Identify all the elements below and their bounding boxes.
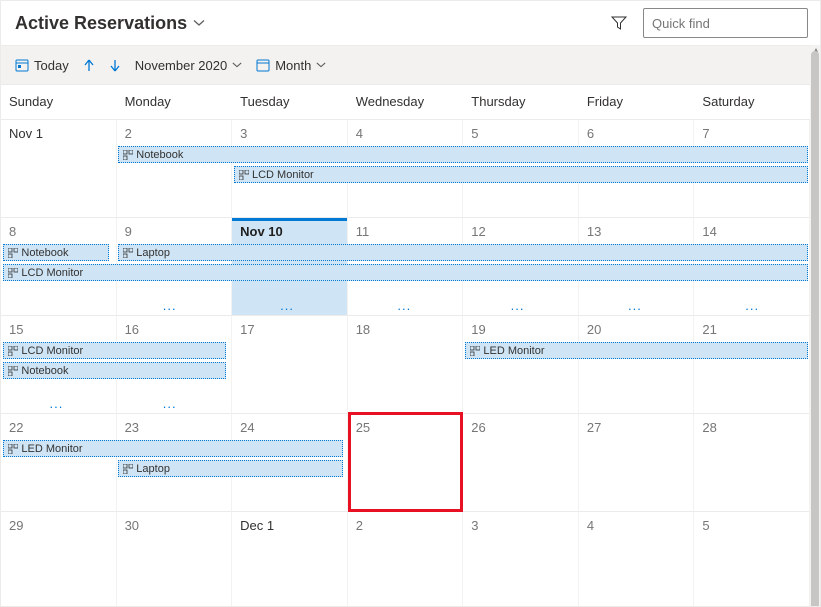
header-bar: Active Reservations — [1, 1, 820, 45]
item-icon — [8, 248, 18, 258]
week-row: 22 23 24 25 26 27 28 LED Monitor Laptop — [1, 414, 810, 512]
calendar-icon — [256, 58, 270, 72]
event-lcd[interactable]: LCD Monitor — [3, 264, 807, 281]
day-cell[interactable]: 20 — [579, 316, 695, 414]
day-cell[interactable]: 4 — [579, 512, 695, 606]
item-icon — [470, 346, 480, 356]
event-laptop[interactable]: Laptop — [118, 244, 807, 261]
dayhead: Sunday — [1, 86, 117, 119]
dayhead: Wednesday — [348, 86, 464, 119]
event-led[interactable]: LED Monitor — [465, 342, 807, 359]
filter-button[interactable] — [605, 9, 633, 37]
day-cell[interactable]: 29 — [1, 512, 117, 606]
more-link[interactable]: ... — [511, 298, 525, 313]
week-row: 8 9 Nov 10 11 12 13 14 Notebook Laptop L… — [1, 218, 810, 316]
more-link[interactable]: ... — [163, 298, 177, 313]
filter-icon — [611, 15, 627, 31]
event-notebook[interactable]: Notebook — [118, 146, 807, 163]
day-cell[interactable]: Dec 1 — [232, 512, 348, 606]
day-cell[interactable]: 19 — [463, 316, 579, 414]
more-link[interactable]: ... — [397, 298, 411, 313]
view-title-dropdown[interactable]: Active Reservations — [15, 13, 205, 34]
prev-button[interactable] — [83, 58, 95, 72]
day-cell[interactable]: Nov 1 — [1, 120, 117, 218]
item-icon — [123, 150, 133, 160]
calendar: Sunday Monday Tuesday Wednesday Thursday… — [1, 86, 810, 606]
item-icon — [8, 366, 18, 376]
calendar-toolbar: Today November 2020 Month — [1, 45, 820, 85]
day-cell[interactable]: 25 — [348, 414, 464, 512]
week-row: 29 30 Dec 1 2 3 4 5 — [1, 512, 810, 606]
dayhead: Tuesday — [232, 86, 348, 119]
arrow-down-icon — [109, 58, 121, 72]
day-cell[interactable]: 26 — [463, 414, 579, 512]
scrollbar-thumb[interactable] — [811, 51, 819, 607]
item-icon — [123, 248, 133, 258]
today-indicator — [232, 218, 347, 221]
vertical-scrollbar[interactable]: ▴ — [810, 45, 820, 606]
dayhead: Friday — [579, 86, 695, 119]
day-cell[interactable]: 28 — [694, 414, 810, 512]
app-root: { "header": { "title": "Active Reservati… — [0, 0, 821, 607]
week-row: Nov 1 2 3 4 5 6 7 Notebook LCD Monitor — [1, 120, 810, 218]
more-link[interactable]: ... — [628, 298, 642, 313]
day-cell[interactable]: 2 — [348, 512, 464, 606]
chevron-down-icon — [316, 60, 326, 70]
more-link[interactable]: ... — [163, 396, 177, 411]
event-led[interactable]: LED Monitor — [3, 440, 343, 457]
item-icon — [8, 268, 18, 278]
day-cell[interactable]: 3 — [463, 512, 579, 606]
day-cell[interactable]: 27 — [579, 414, 695, 512]
dayhead: Saturday — [694, 86, 810, 119]
event-laptop[interactable]: Laptop — [118, 460, 343, 477]
item-icon — [239, 170, 249, 180]
more-link[interactable]: ... — [50, 396, 64, 411]
day-cell[interactable]: 17 — [232, 316, 348, 414]
search-input[interactable] — [644, 16, 821, 31]
event-notebook[interactable]: Notebook — [3, 362, 225, 379]
weeks: Nov 1 2 3 4 5 6 7 Notebook LCD Monitor 8… — [1, 120, 810, 606]
day-cell[interactable]: 30 — [117, 512, 233, 606]
day-cell[interactable]: 21 — [694, 316, 810, 414]
dayhead: Thursday — [463, 86, 579, 119]
search-box[interactable] — [643, 8, 808, 38]
day-cell[interactable]: 22 — [1, 414, 117, 512]
calendar-today-icon — [15, 58, 29, 72]
view-title: Active Reservations — [15, 13, 187, 34]
day-cell[interactable]: 18 — [348, 316, 464, 414]
more-link[interactable]: ... — [745, 298, 759, 313]
event-lcd[interactable]: LCD Monitor — [234, 166, 808, 183]
item-icon — [123, 464, 133, 474]
item-icon — [8, 444, 18, 454]
day-headers: Sunday Monday Tuesday Wednesday Thursday… — [1, 86, 810, 120]
header-actions — [605, 8, 808, 38]
item-icon — [8, 346, 18, 356]
event-lcd[interactable]: LCD Monitor — [3, 342, 225, 359]
day-cell[interactable]: 5 — [694, 512, 810, 606]
next-button[interactable] — [109, 58, 121, 72]
today-button[interactable]: Today — [15, 58, 69, 73]
view-picker[interactable]: Month — [256, 58, 326, 73]
chevron-down-icon — [232, 60, 242, 70]
day-cell[interactable]: 2 — [117, 120, 233, 218]
chevron-down-icon — [193, 17, 205, 29]
more-link[interactable]: ... — [280, 298, 294, 313]
month-picker[interactable]: November 2020 — [135, 58, 243, 73]
week-row: 15 16 17 18 19 20 21 LCD Monitor LED Mon… — [1, 316, 810, 414]
event-notebook[interactable]: Notebook — [3, 244, 109, 261]
dayhead: Monday — [117, 86, 233, 119]
arrow-up-icon — [83, 58, 95, 72]
